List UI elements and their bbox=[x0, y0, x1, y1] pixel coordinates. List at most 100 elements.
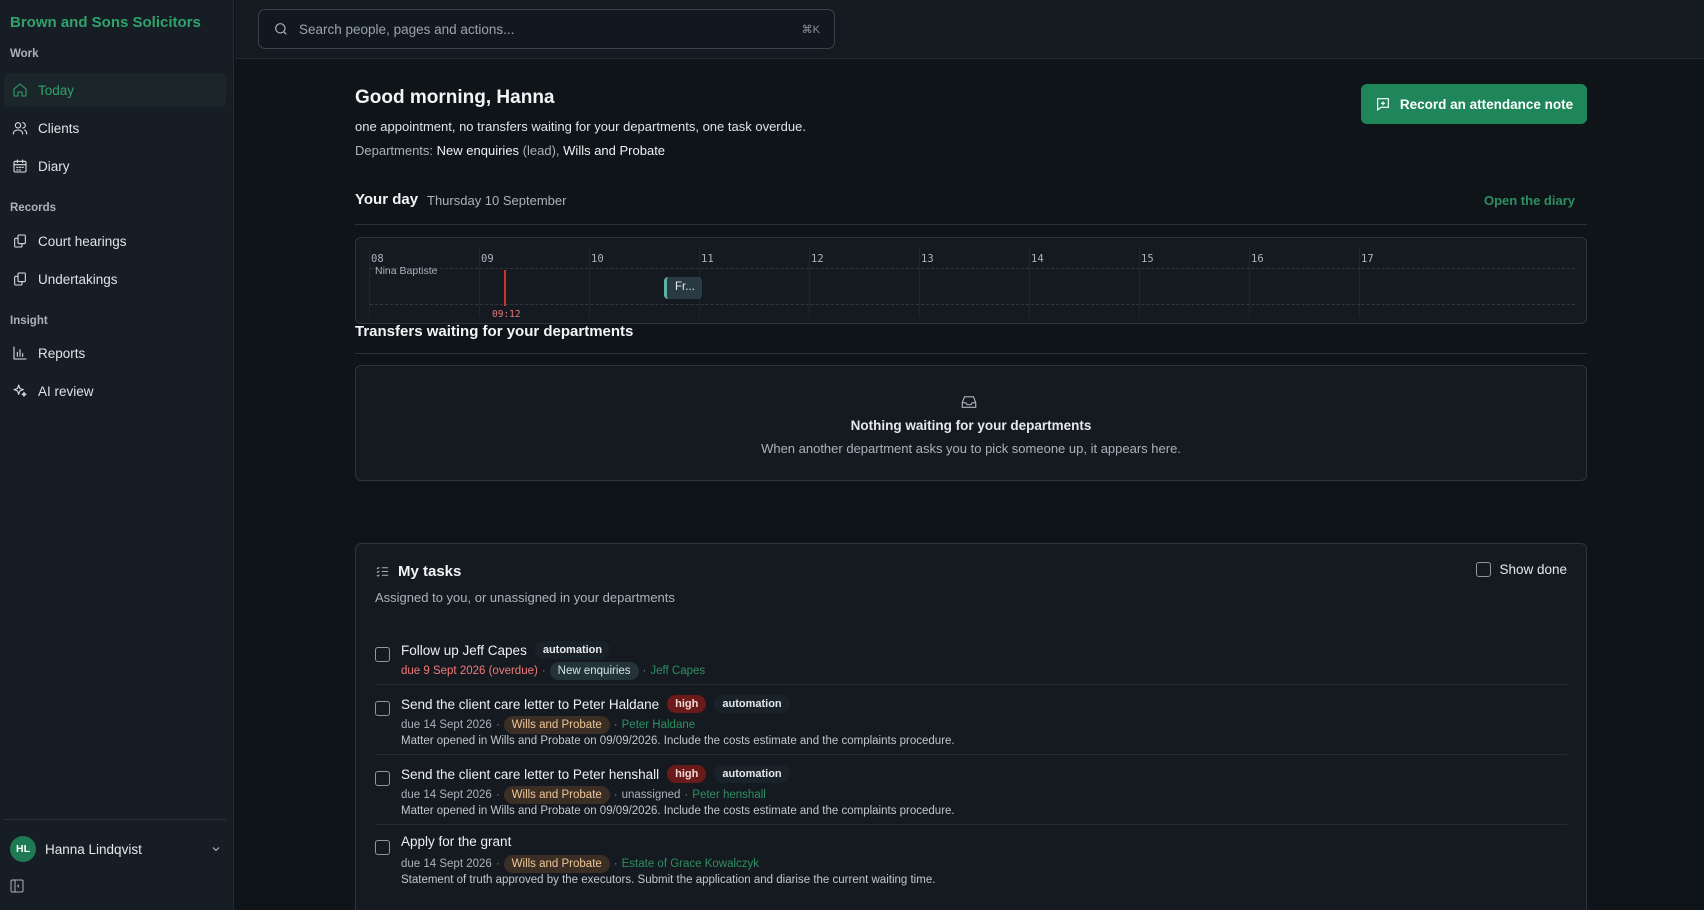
day-timeline: 08 09 10 11 12 13 14 15 16 17 Nina Baptiste 09:12… bbox=[355, 237, 1587, 324]
show-done-toggle[interactable]: Show done bbox=[1476, 562, 1567, 577]
appointment-block[interactable]: Fr... bbox=[664, 277, 702, 299]
sidebar-item-court-hearings[interactable]: Court hearings bbox=[4, 224, 226, 258]
task-note: Matter opened in Wills and Probate on 09… bbox=[401, 805, 955, 817]
task-meta: due 14 Sept 2026 · Wills and Probate · u… bbox=[401, 786, 766, 804]
record-attendance-note-button[interactable]: Record an attendance note bbox=[1361, 84, 1587, 124]
task-meta: due 9 Sept 2026 (overdue) · New enquirie… bbox=[401, 662, 705, 680]
topbar: Search people, pages and actions... ⌘K bbox=[235, 0, 1704, 59]
empty-state-subtitle: When another department asks you to pick… bbox=[761, 441, 1181, 456]
timeline-hour-gridline bbox=[589, 248, 590, 318]
open-diary-link[interactable]: Open the diary bbox=[1484, 193, 1575, 208]
current-time-marker bbox=[504, 270, 506, 306]
user-menu[interactable]: HL Hanna Lindqvist bbox=[10, 835, 222, 863]
sidebar-item-clients[interactable]: Clients bbox=[4, 111, 226, 145]
task-checkbox[interactable] bbox=[375, 771, 390, 786]
timeline-hour-label: 14 bbox=[1031, 253, 1044, 265]
task-meta: due 14 Sept 2026 · Wills and Probate · E… bbox=[401, 855, 759, 873]
collapse-sidebar-button[interactable] bbox=[9, 878, 25, 894]
documents-icon bbox=[14, 272, 26, 286]
task-due: due 14 Sept 2026 bbox=[401, 789, 492, 801]
sidebar-item-undertakings[interactable]: Undertakings bbox=[4, 262, 226, 296]
transfers-empty-state: Nothing waiting for your departments Whe… bbox=[355, 365, 1587, 481]
timeline-hour-label: 12 bbox=[811, 253, 824, 265]
sparkles-icon bbox=[13, 384, 27, 397]
timeline-hour-gridline bbox=[1359, 248, 1360, 318]
timeline-hour-label: 11 bbox=[701, 253, 714, 265]
task-assignee: unassigned bbox=[621, 789, 681, 801]
client-link[interactable]: Peter Haldane bbox=[622, 719, 696, 731]
sidebar-item-ai-review[interactable]: AI review bbox=[4, 374, 226, 408]
task-checkbox[interactable] bbox=[375, 701, 390, 716]
sidebar: Brown and Sons Solicitors Work Today Cli… bbox=[0, 0, 234, 910]
sidebar-item-today[interactable]: Today bbox=[4, 73, 226, 107]
department-new-enquiries: New enquiries bbox=[436, 143, 520, 158]
section-label-records: Records bbox=[10, 202, 57, 214]
task-title[interactable]: Follow up Jeff Capes bbox=[401, 643, 527, 658]
task-note: Matter opened in Wills and Probate on 09… bbox=[401, 735, 955, 747]
task-divider bbox=[375, 754, 1567, 755]
task-meta: due 14 Sept 2026 · Wills and Probate · P… bbox=[401, 716, 695, 734]
timeline-row-line bbox=[370, 304, 1575, 305]
show-done-label: Show done bbox=[1499, 562, 1567, 577]
department-lead-note: (lead), bbox=[522, 143, 560, 158]
sidebar-item-reports[interactable]: Reports bbox=[4, 336, 226, 370]
tasks-subtitle: Assigned to you, or unassigned in your d… bbox=[375, 590, 675, 605]
task-divider bbox=[375, 684, 1567, 685]
home-icon bbox=[13, 83, 27, 97]
sidebar-item-label: AI review bbox=[38, 383, 94, 399]
checklist-icon bbox=[376, 566, 389, 577]
timeline-hour-gridline bbox=[479, 248, 480, 318]
timeline-hour-gridline bbox=[1029, 248, 1030, 318]
client-link[interactable]: Peter henshall bbox=[692, 789, 766, 801]
client-link[interactable]: Jeff Capes bbox=[650, 665, 705, 677]
sidebar-item-label: Reports bbox=[38, 345, 86, 361]
sidebar-item-label: Diary bbox=[38, 158, 70, 174]
avatar: HL bbox=[10, 836, 36, 862]
timeline-hour-gridline bbox=[369, 248, 370, 318]
timeline-hour-label: 13 bbox=[921, 253, 934, 265]
page-title: Good morning, Hanna bbox=[355, 87, 555, 108]
timeline-hour-gridline bbox=[1139, 248, 1140, 318]
users-icon bbox=[12, 122, 28, 135]
tasks-header: My tasks bbox=[375, 563, 461, 580]
transfers-title: Transfers waiting for your departments bbox=[355, 323, 634, 340]
tasks-card: My tasks Assigned to you, or unassigned … bbox=[355, 543, 1587, 910]
task-checkbox[interactable] bbox=[375, 647, 390, 662]
timeline-hour-gridline bbox=[1249, 248, 1250, 318]
show-done-checkbox[interactable] bbox=[1476, 562, 1492, 577]
search-shortcut: ⌘K bbox=[801, 23, 820, 36]
department-badge: Wills and Probate bbox=[503, 716, 610, 734]
task-title[interactable]: Send the client care letter to Peter Hal… bbox=[401, 697, 659, 712]
search-placeholder: Search people, pages and actions... bbox=[299, 21, 515, 37]
task-title[interactable]: Apply for the grant bbox=[401, 834, 511, 849]
sidebar-item-diary[interactable]: Diary bbox=[4, 149, 226, 183]
task-note: Statement of truth approved by the execu… bbox=[401, 874, 936, 886]
task-divider bbox=[375, 824, 1567, 825]
inbox-icon bbox=[960, 393, 978, 411]
automation-badge: automation bbox=[534, 641, 611, 659]
priority-high-badge: high bbox=[667, 695, 707, 713]
section-label-insight: Insight bbox=[10, 315, 48, 327]
departments-line: Departments: New enquiries (lead), Wills… bbox=[355, 143, 665, 158]
department-badge: Wills and Probate bbox=[503, 855, 610, 873]
automation-badge: automation bbox=[714, 765, 790, 783]
current-time-label: 09:12 bbox=[492, 309, 521, 320]
client-link[interactable]: Estate of Grace Kowalczyk bbox=[622, 858, 759, 870]
task-checkbox[interactable] bbox=[375, 840, 390, 855]
priority-high-badge: high bbox=[667, 765, 707, 783]
sidebar-divider bbox=[4, 819, 226, 820]
task-title[interactable]: Send the client care letter to Peter hen… bbox=[401, 767, 659, 782]
empty-state-title: Nothing waiting for your departments bbox=[850, 418, 1092, 433]
documents-icon bbox=[14, 234, 26, 248]
timeline-hour-gridline bbox=[919, 248, 920, 318]
automation-badge: automation bbox=[714, 695, 790, 713]
search-input[interactable]: Search people, pages and actions... ⌘K bbox=[258, 9, 835, 49]
sidebar-toggle-icon bbox=[10, 879, 24, 893]
your-day-date: Thursday 10 September bbox=[427, 193, 567, 208]
sidebar-item-label: Undertakings bbox=[38, 271, 118, 287]
section-label-work: Work bbox=[10, 48, 39, 60]
timeline-hour-label: 17 bbox=[1361, 253, 1374, 265]
tasks-title: My tasks bbox=[398, 563, 462, 580]
calendar-icon bbox=[13, 159, 27, 173]
brand-name[interactable]: Brown and Sons Solicitors bbox=[10, 14, 201, 31]
